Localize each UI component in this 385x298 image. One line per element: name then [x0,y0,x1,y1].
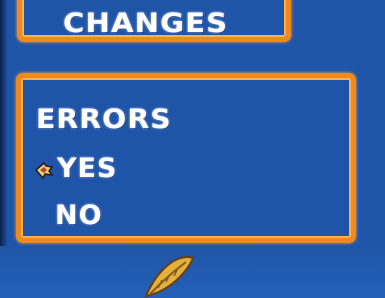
menu-title: CHANGES [63,8,229,39]
game-menu-screen: CHANGES ERRORS YES NO [0,0,385,298]
option-no[interactable]: NO [55,200,103,231]
leaf-sprite-icon [144,256,195,298]
hand-cursor-icon [34,161,54,180]
errors-heading: ERRORS [36,104,172,135]
option-yes[interactable]: YES [57,153,117,184]
